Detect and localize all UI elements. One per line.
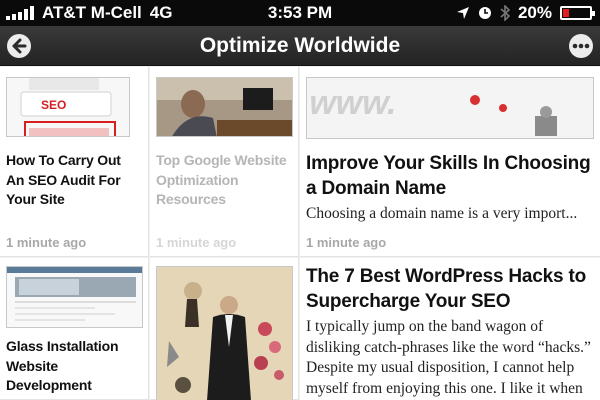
article-thumbnail: www. xyxy=(306,77,594,139)
svg-text:www.: www. xyxy=(307,84,401,122)
thumbnail-seo-text: SEO xyxy=(41,98,66,112)
article-title[interactable]: Top Google Website Optimization Resource… xyxy=(156,151,294,210)
article-card-google-resources[interactable]: Top Google Website Optimization Resource… xyxy=(150,67,299,257)
article-timestamp: 1 minute ago xyxy=(306,235,387,250)
article-card-seo-audit[interactable]: SEO How To Carry Out An SEO Audit For Yo… xyxy=(0,67,149,257)
article-timestamp: 1 minute ago xyxy=(6,235,87,250)
more-options-button[interactable] xyxy=(569,34,593,58)
article-image-tile[interactable] xyxy=(150,258,299,400)
bluetooth-icon xyxy=(500,5,510,21)
battery-percentage: 20% xyxy=(517,3,552,22)
article-feed[interactable]: SEO How To Carry Out An SEO Audit For Yo… xyxy=(0,67,600,400)
article-card-domain-name[interactable]: www. Improve Your Skills In Choosing a D… xyxy=(300,67,600,257)
article-card-wordpress-hacks[interactable]: The 7 Best WordPress Hacks to Supercharg… xyxy=(300,258,600,400)
article-thumbnail xyxy=(156,266,293,400)
article-thumbnail xyxy=(156,77,293,137)
article-snippet: I typically jump on the band wagon of di… xyxy=(306,318,591,397)
article-title[interactable]: Glass Installation Website Development xyxy=(6,337,144,396)
alarm-clock-icon xyxy=(478,7,491,19)
navigation-bar: Optimize Worldwide xyxy=(0,26,600,66)
article-card-glass-installation[interactable]: Glass Installation Website Development xyxy=(0,258,149,400)
article-title[interactable]: Improve Your Skills In Choosing a Domain… xyxy=(306,151,596,201)
status-bar: AT&T M-Cell 4G 3:53 PM 20% xyxy=(0,0,600,26)
location-arrow-icon xyxy=(456,7,469,19)
page-title: Optimize Worldwide xyxy=(199,34,401,57)
article-snippet: Choosing a domain name is a very import.… xyxy=(306,205,578,222)
article-timestamp: 1 minute ago xyxy=(156,235,237,250)
ellipsis-icon xyxy=(572,43,590,49)
article-thumbnail: SEO xyxy=(6,77,130,137)
article-title[interactable]: How To Carry Out An SEO Audit For Your S… xyxy=(6,151,140,210)
article-thumbnail xyxy=(6,266,143,328)
battery-icon xyxy=(560,6,595,20)
article-title[interactable]: The 7 Best WordPress Hacks to Supercharg… xyxy=(306,264,596,314)
